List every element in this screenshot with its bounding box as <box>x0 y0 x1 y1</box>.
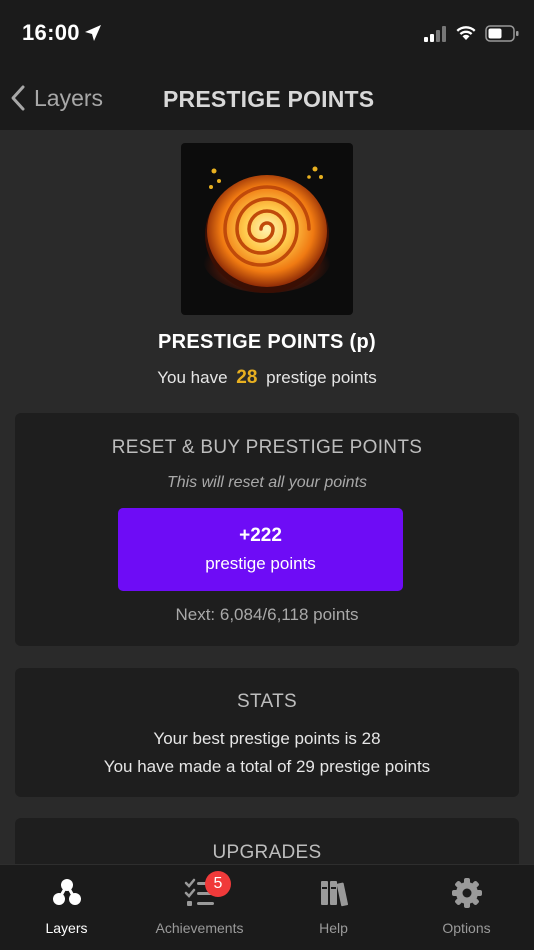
reset-card-title: RESET & BUY PRESTIGE POINTS <box>111 437 423 458</box>
location-arrow-icon <box>85 25 101 41</box>
tab-label: Help <box>319 920 348 936</box>
upgrades-card-title: UPGRADES <box>212 842 322 863</box>
tab-label: Layers <box>45 920 88 936</box>
chevron-left-icon <box>11 85 25 111</box>
upgrades-card: UPGRADES <box>15 818 519 864</box>
tab-label: Options <box>442 920 491 936</box>
layer-content: PRESTIGE POINTS (p) You have 28 prestige… <box>0 130 534 864</box>
page-title: PRESTIGE POINTS <box>163 86 375 112</box>
status-time: 16:00 <box>22 20 80 45</box>
reset-buy-button[interactable]: +222 prestige points <box>118 508 403 591</box>
points-summary: You have 28 prestige points <box>0 367 534 389</box>
stats-total: You have made a total of 29 prestige poi… <box>103 757 431 776</box>
stats-card-title: STATS <box>237 691 297 712</box>
tab-bar: Layers 5 Achievements Help Options <box>0 864 534 950</box>
have-prefix: You have <box>157 368 228 387</box>
back-label: Layers <box>34 84 104 111</box>
stats-card: STATS Your best prestige points is 28 Yo… <box>15 668 519 797</box>
buy-unit: prestige points <box>205 554 316 573</box>
layers-icon <box>52 879 81 905</box>
buy-amount: +222 <box>239 525 282 546</box>
reset-note: This will reset all your points <box>166 474 368 491</box>
books-icon <box>320 881 348 907</box>
tab-options[interactable]: Options <box>400 865 533 950</box>
nav-bar: Layers PRESTIGE POINTS <box>0 66 534 130</box>
have-suffix: prestige points <box>266 368 377 387</box>
tab-help[interactable]: Help <box>267 865 400 950</box>
tab-label: Achievements <box>155 920 244 936</box>
status-bar: 16:00 <box>0 0 534 66</box>
gear-icon <box>451 878 482 908</box>
prestige-spiral-icon <box>181 143 353 315</box>
tab-layers[interactable]: Layers <box>0 865 133 950</box>
layer-name: PRESTIGE POINTS (p) <box>158 331 376 353</box>
reset-card: RESET & BUY PRESTIGE POINTS This will re… <box>15 413 519 646</box>
points-count: 28 <box>236 367 258 388</box>
stats-best: Your best prestige points is 28 <box>153 729 381 748</box>
cellular-signal-icon <box>424 26 446 42</box>
wifi-icon <box>456 26 476 40</box>
battery-icon <box>485 25 519 42</box>
achievements-badge: 5 <box>205 871 231 897</box>
tab-achievements[interactable]: 5 Achievements <box>133 865 266 950</box>
next-requirement: Next: 6,084/6,118 points <box>175 605 359 624</box>
back-button[interactable]: Layers <box>10 80 103 116</box>
